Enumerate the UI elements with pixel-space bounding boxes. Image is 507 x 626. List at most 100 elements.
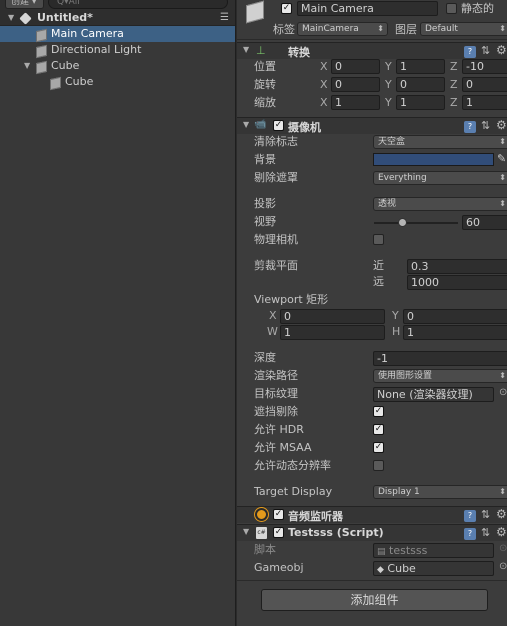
- viewport-y-field[interactable]: 0: [403, 309, 507, 324]
- fold-arrow-icon[interactable]: ▼: [243, 527, 249, 536]
- fov-field[interactable]: 60: [462, 215, 507, 230]
- object-picker-icon[interactable]: ⊙: [499, 387, 507, 398]
- rotation-y-field[interactable]: 0: [396, 77, 445, 92]
- allow-msaa-checkbox[interactable]: ✓: [373, 442, 384, 453]
- script-reference-field: ▤ testsss: [373, 543, 494, 558]
- position-z-field[interactable]: -10: [462, 59, 507, 74]
- clear-flags-label: 清除标志: [254, 135, 298, 148]
- target-display-dropdown[interactable]: Display 1 ⬍: [373, 485, 507, 499]
- help-icon[interactable]: ?: [464, 510, 476, 522]
- fold-arrow-icon[interactable]: ▼: [24, 58, 30, 74]
- help-icon[interactable]: ?: [464, 46, 476, 58]
- scale-y-field[interactable]: 1: [396, 95, 445, 110]
- allow-hdr-checkbox[interactable]: ✓: [373, 424, 384, 435]
- fold-arrow-icon[interactable]: ▼: [243, 45, 249, 54]
- culling-mask-dropdown[interactable]: Everything ⬍: [373, 171, 507, 185]
- gear-icon[interactable]: ⚙: [496, 43, 507, 57]
- scene-row[interactable]: ▼ Untitled* ☰: [0, 10, 235, 26]
- dropdown-arrow-icon: ⬍: [499, 487, 506, 496]
- script-enabled-checkbox[interactable]: ✓: [273, 527, 284, 538]
- hierarchy-toolbar: 创建 ▾ Q▾All: [0, 0, 235, 10]
- tag-dropdown[interactable]: MainCamera ⬍: [297, 22, 388, 36]
- clipping-planes-label: 剪裁平面: [254, 259, 298, 272]
- camera-header[interactable]: ▼ 📹 ✓ 摄像机 ? ⇅ ⚙: [237, 117, 507, 134]
- rendering-path-dropdown[interactable]: 使用图形设置 ⬍: [373, 369, 507, 383]
- near-clip-field[interactable]: 0.3: [407, 259, 507, 274]
- script-small-icon: ▤: [377, 547, 386, 557]
- preset-icon[interactable]: ⇅: [481, 526, 490, 539]
- gear-icon[interactable]: ⚙: [496, 507, 507, 521]
- hierarchy-search-input[interactable]: Q▾All: [48, 0, 228, 9]
- help-icon[interactable]: ?: [464, 528, 476, 540]
- viewport-w-field[interactable]: 1: [280, 325, 385, 340]
- scale-z-field[interactable]: 1: [462, 95, 507, 110]
- position-x-field[interactable]: 0: [331, 59, 380, 74]
- hierarchy-item-directional-light[interactable]: Directional Light: [0, 42, 235, 58]
- static-checkbox[interactable]: [446, 3, 457, 14]
- fold-arrow-icon[interactable]: ▼: [243, 120, 249, 129]
- fov-slider-track[interactable]: [374, 222, 458, 224]
- preset-icon[interactable]: ⇅: [481, 119, 490, 132]
- scale-x-field[interactable]: 1: [331, 95, 380, 110]
- gear-icon[interactable]: ⚙: [496, 118, 507, 132]
- create-button[interactable]: 创建 ▾: [5, 0, 44, 9]
- rotation-z-field[interactable]: 0: [462, 77, 507, 92]
- background-label: 背景: [254, 153, 276, 166]
- preset-icon[interactable]: ⇅: [481, 508, 490, 521]
- hierarchy-item-cube[interactable]: ▼ Cube: [0, 58, 235, 74]
- rotation-x-field[interactable]: 0: [331, 77, 380, 92]
- position-y-field[interactable]: 1: [396, 59, 445, 74]
- depth-label: 深度: [254, 351, 276, 364]
- object-picker-icon[interactable]: ⊙: [499, 561, 507, 572]
- gameobject-small-icon: ◆: [377, 565, 384, 575]
- fov-label: 视野: [254, 215, 276, 228]
- active-checkbox[interactable]: ✓: [281, 3, 292, 14]
- layer-dropdown[interactable]: Default ⬍: [420, 22, 507, 36]
- depth-field[interactable]: -1: [373, 351, 507, 366]
- clear-flags-dropdown[interactable]: 天空盒 ⬍: [373, 135, 507, 149]
- projection-dropdown[interactable]: 透视 ⬍: [373, 197, 507, 211]
- hierarchy-item-cube-child[interactable]: Cube: [0, 74, 235, 90]
- viewport-w-label: W: [267, 325, 278, 338]
- scene-menu-icon[interactable]: ☰: [220, 10, 229, 26]
- gameobject-cube-icon: [35, 29, 46, 40]
- target-texture-field[interactable]: None (渲染器纹理): [373, 387, 494, 402]
- inspector-panel: ✓ Main Camera 静态的 标签 MainCamera ⬍ 图层 Defa…: [237, 0, 507, 626]
- transform-header[interactable]: ▼ ⊥ 转换 ? ⇅ ⚙: [237, 42, 507, 59]
- camera-icon: 📹: [254, 119, 267, 130]
- axis-z-label: Z: [450, 96, 458, 109]
- audio-listener-enabled-checkbox[interactable]: ✓: [273, 509, 284, 520]
- gameobject-cube-icon: [35, 45, 46, 56]
- gameobj-field[interactable]: ◆ Cube: [373, 561, 494, 576]
- gear-icon[interactable]: ⚙: [496, 525, 507, 539]
- dropdown-arrow-icon: ⬍: [499, 137, 506, 146]
- scale-label: 缩放: [254, 96, 276, 109]
- physical-camera-checkbox[interactable]: [373, 234, 384, 245]
- layer-label: 图层: [395, 23, 417, 36]
- preset-icon[interactable]: ⇅: [481, 44, 490, 57]
- help-icon[interactable]: ?: [464, 121, 476, 133]
- script-component-header[interactable]: ▼ c# ✓ Testsss (Script) ? ⇅ ⚙: [237, 524, 507, 541]
- fov-slider-knob[interactable]: [397, 218, 407, 227]
- occlusion-culling-checkbox[interactable]: ✓: [373, 406, 384, 417]
- eyedropper-icon[interactable]: ✎: [497, 152, 506, 165]
- object-name-input[interactable]: Main Camera: [297, 1, 438, 16]
- axis-y-label: Y: [385, 78, 392, 91]
- background-color-swatch[interactable]: [373, 153, 494, 166]
- scene-fold-arrow-icon[interactable]: ▼: [8, 10, 14, 26]
- allow-dynamic-resolution-checkbox[interactable]: [373, 460, 384, 471]
- audio-listener-header[interactable]: ✓ 音频监听器 ? ⇅ ⚙: [237, 506, 507, 523]
- dropdown-arrow-icon: ⬍: [499, 371, 506, 380]
- viewport-h-field[interactable]: 1: [403, 325, 507, 340]
- static-label: 静态的: [461, 2, 494, 15]
- hierarchy-item-main-camera[interactable]: Main Camera: [0, 26, 235, 42]
- add-component-button[interactable]: 添加组件: [261, 589, 488, 611]
- script-file-icon: c#: [256, 527, 267, 539]
- object-picker-icon: ⊙: [499, 543, 507, 554]
- camera-enabled-checkbox[interactable]: ✓: [273, 120, 284, 131]
- viewport-x-field[interactable]: 0: [280, 309, 385, 324]
- rendering-path-label: 渲染路径: [254, 369, 298, 382]
- viewport-rect-label: Viewport 矩形: [254, 293, 329, 306]
- far-clip-field[interactable]: 1000: [407, 275, 507, 290]
- gameobject-cube-icon: [49, 77, 60, 88]
